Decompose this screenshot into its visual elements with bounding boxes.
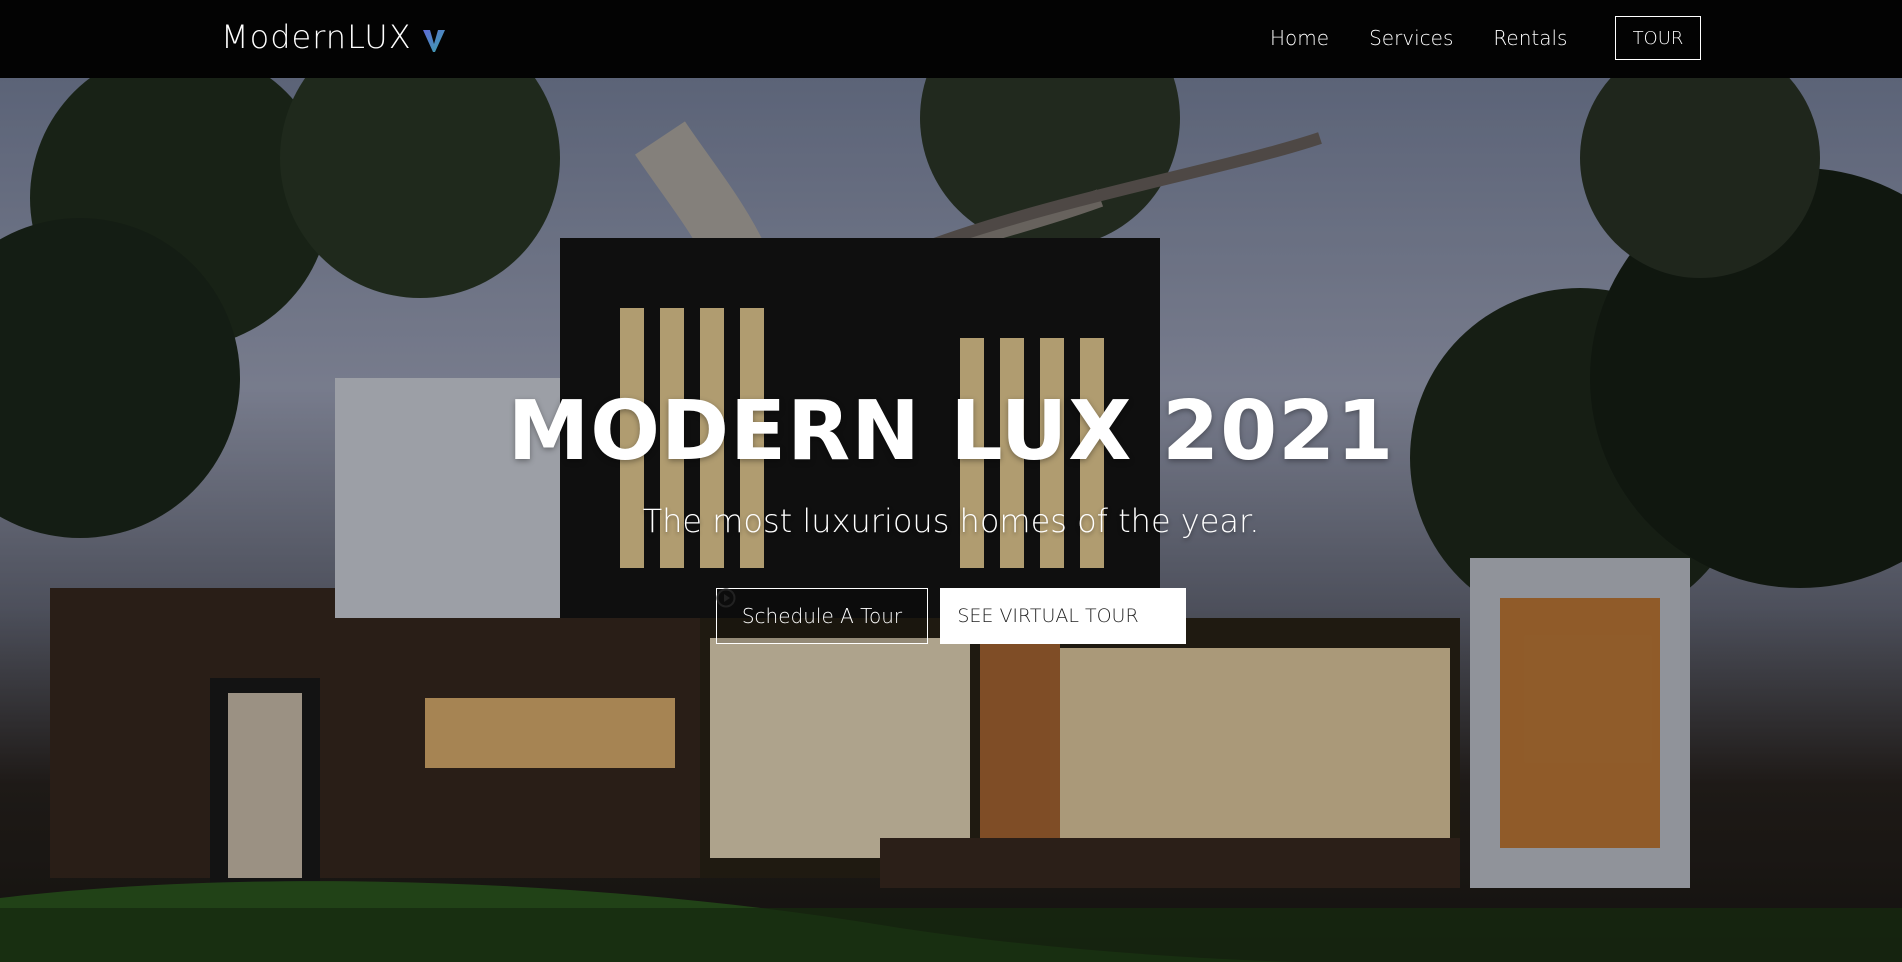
brand-name: ModernLUX — [221, 18, 412, 56]
virtual-tour-label: SEE VIRTUAL TOUR — [957, 605, 1139, 627]
top-navbar: ModernLUX Home Services Rentals TOUR — [0, 0, 1902, 78]
hero-subtitle: The most luxurious homes of the year. — [642, 502, 1260, 540]
schedule-tour-button[interactable]: Schedule A Tour — [716, 588, 928, 644]
nav-links: Home Services Rentals — [1270, 26, 1607, 50]
tour-button[interactable]: TOUR — [1615, 16, 1701, 60]
virtual-tour-button[interactable]: SEE VIRTUAL TOUR — [716, 588, 1186, 644]
nav-services[interactable]: Services — [1369, 26, 1453, 50]
play-circle-icon — [716, 588, 1169, 626]
nav-home[interactable]: Home — [1270, 26, 1329, 50]
hero-title: MODERN LUX 2021 — [507, 384, 1395, 479]
nav-rentals[interactable]: Rentals — [1493, 26, 1567, 50]
hero-actions: Schedule A Tour SEE VIRTUAL TOUR — [716, 588, 1186, 644]
brand-logo[interactable]: ModernLUX — [221, 18, 448, 56]
hero-section: MODERN LUX 2021 The most luxurious homes… — [0, 78, 1902, 962]
v-logo-icon — [420, 24, 448, 52]
